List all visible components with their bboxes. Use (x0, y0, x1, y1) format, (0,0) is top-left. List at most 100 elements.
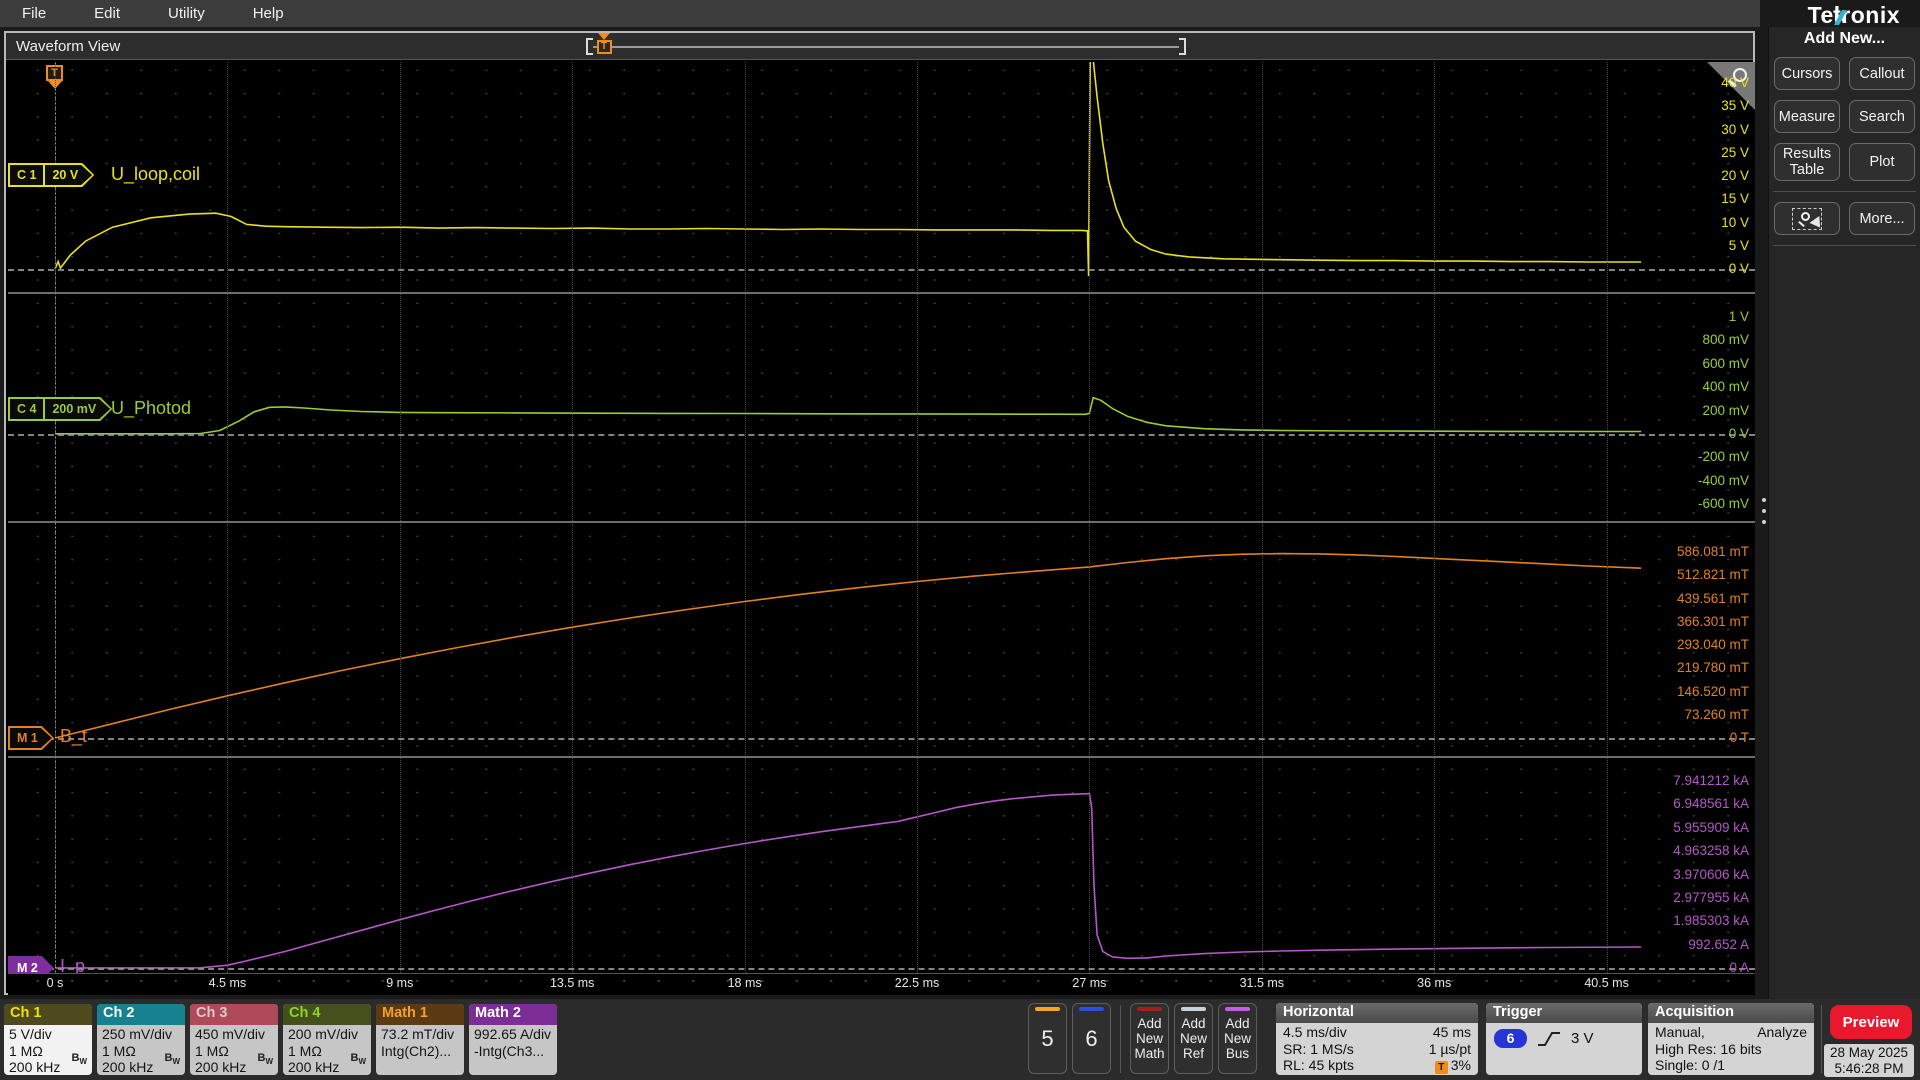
preview-button[interactable]: Preview (1830, 1005, 1912, 1039)
channel-box-header: Ch 1 (4, 1004, 92, 1025)
menu-item-utility[interactable]: Utility (168, 5, 205, 22)
measure-button[interactable]: Measure (1774, 100, 1840, 133)
acquisition-row: Manual, Analyze (1655, 1024, 1807, 1041)
channel-box-ch-4[interactable]: Ch 4 200 mV/div 1 MΩ 200 kHz BW (283, 1004, 371, 1075)
channel-badge-m2[interactable]: M 2 (8, 956, 54, 973)
trace-u_loop_coil (54, 62, 1642, 277)
plot-button[interactable]: Plot (1849, 143, 1915, 181)
minimap-trigger-arrow-icon (598, 33, 610, 40)
bottom-bar-divider (1120, 1005, 1121, 1073)
horizontal-value-left: 4.5 ms/div (1283, 1024, 1347, 1040)
results-table-button[interactable]: Results Table (1774, 143, 1840, 181)
horizontal-row: 4.5 ms/div 45 ms (1283, 1024, 1471, 1041)
y-axis-tick-label: 146.520 mT (1676, 683, 1749, 699)
datetime-display: 28 May 2025 5:46:28 PM (1824, 1044, 1914, 1077)
zero-reference-line (8, 434, 1755, 436)
acquisition-panel[interactable]: Acquisition Manual, Analyze High Res: 16 b… (1648, 1003, 1814, 1075)
menu-item-help[interactable]: Help (253, 5, 284, 22)
minimap-trigger-t-icon: T (596, 40, 612, 54)
zero-reference-line (8, 738, 1755, 740)
channel-box-ch-1[interactable]: Ch 15 V/div 1 MΩ 200 kHz BW (4, 1004, 92, 1075)
cursors-button[interactable]: Cursors (1774, 57, 1840, 90)
horizontal-value-right: 1 µs/pt (1428, 1040, 1471, 1057)
panel-resize-handle[interactable] (1760, 498, 1768, 524)
button-label: Add New Math (1134, 1016, 1165, 1061)
trigger-panel[interactable]: Trigger 6 3 V (1486, 1003, 1642, 1075)
time-text: 5:46:28 PM (1834, 1061, 1904, 1076)
y-axis-tick-label: 1 V (1728, 309, 1749, 324)
waveform-traces (54, 62, 1642, 969)
minimap-right-bracket[interactable] (1179, 38, 1186, 55)
side-panel-divider (1773, 191, 1916, 192)
minimap-trigger-marker[interactable]: T (596, 33, 612, 54)
channel-setting: 73.2 mT/div (381, 1026, 455, 1042)
channel-select-button-6[interactable]: 6 (1072, 1003, 1111, 1074)
acquisition-value-left: Single: 0 /1 (1655, 1057, 1726, 1073)
y-axis-tick-label: 0 V (1728, 261, 1749, 276)
menu-item-file[interactable]: File (22, 5, 46, 22)
major-division-gridline (1089, 62, 1091, 973)
channel-box-ch-3[interactable]: Ch 3 450 mV/div 1 MΩ 200 kHz BW (190, 1004, 278, 1075)
y-axis-tick-label: 800 mV (1702, 332, 1749, 348)
menu-item-edit[interactable]: Edit (94, 5, 120, 22)
trace-i_p (55, 792, 1642, 969)
section-separator (8, 292, 1755, 294)
channel-badge-c1[interactable]: C 1 20 V (8, 163, 94, 187)
channel-setting: 450 mV/div (195, 1026, 266, 1042)
channel-box-body: 250 mV/div 1 MΩ 200 kHz BW (97, 1025, 185, 1075)
major-division-gridline (1261, 62, 1263, 973)
tektronix-logo: Tek tronix (1808, 2, 1900, 29)
button-color-stripe (1137, 1007, 1162, 1011)
channel-box-math-1[interactable]: Math 1 73.2 mT/div Intg(Ch2)... (376, 1004, 464, 1075)
trigger-source-badge[interactable]: 6 (1494, 1029, 1527, 1048)
channel-color-stripe (1079, 1007, 1104, 1011)
time-tick-label: 18 ms (727, 976, 762, 990)
bottom-settings-bar: Ch 15 V/div 1 MΩ 200 kHz BW Ch 2 250 mV/div 1 … (0, 999, 1920, 1080)
y-axis-tick-label: 400 mV (1702, 379, 1749, 395)
channel-box-body: 450 mV/div 1 MΩ 200 kHz BW (190, 1025, 278, 1075)
zoom-select-button[interactable] (1774, 202, 1840, 236)
y-axis-tick-label: 293.040 mT (1676, 637, 1749, 652)
major-division-gridline (917, 62, 918, 973)
bottom-bar-divider (1821, 1005, 1822, 1073)
acquisition-value-left: High Res: 16 bits (1655, 1040, 1762, 1057)
channel-box-header: Ch 4 (283, 1004, 371, 1025)
y-axis-tick-label: 5.955909 kA (1673, 819, 1749, 835)
horizontal-value-right: 45 ms (1432, 1024, 1471, 1040)
add-new-bus-button[interactable]: Add New Bus (1218, 1003, 1257, 1074)
horizontal-panel[interactable]: Horizontal 4.5 ms/div 45 ms SR: 1 MS/s 1 µs… (1276, 1003, 1478, 1075)
channel-badge-m1[interactable]: M 1 (8, 726, 54, 750)
section-separator (8, 521, 1755, 523)
y-axis-tick-label: 73.260 mT (1684, 706, 1749, 722)
waveform-plot-area[interactable]: T 40 V 35 V 30 V 25 V 20 V 15 V 10 V5 V0 VC 12… (8, 62, 1755, 973)
more-button[interactable]: More... (1849, 202, 1915, 235)
acquisition-value-left: Manual, (1655, 1024, 1705, 1040)
channel-box-math-2[interactable]: Math 2 992.65 A/div -Intg(Ch3... (469, 1004, 557, 1075)
channel-select-button-5[interactable]: 5 (1028, 1003, 1067, 1074)
zero-reference-line (8, 968, 1755, 970)
search-button[interactable]: Search (1849, 100, 1915, 133)
channel-badge-c4[interactable]: C 4 200 mV (8, 397, 112, 421)
channel-setting: 250 mV/div (102, 1026, 173, 1042)
callout-button[interactable]: Callout (1849, 57, 1915, 90)
channel-box-body: 73.2 mT/div Intg(Ch2)... (376, 1025, 464, 1075)
channel-box-header: Math 1 (376, 1004, 464, 1025)
trace-label-3: I_p (60, 956, 86, 973)
channel-box-body: 200 mV/div 1 MΩ 200 kHz BW (283, 1025, 371, 1075)
horizontal-panel-title: Horizontal (1276, 1003, 1478, 1023)
y-axis-tick-label: 25 V (1721, 144, 1749, 160)
trace-b_t (54, 552, 1642, 739)
button-color-stripe (1225, 1007, 1250, 1011)
y-axis-tick-label: 366.301 mT (1676, 613, 1749, 629)
y-axis-tick-label: 40 V (1721, 75, 1749, 90)
add-new-ref-button[interactable]: Add New Ref (1174, 1003, 1213, 1074)
trigger-position-icon: T (1434, 1061, 1448, 1074)
y-axis-tick-label: 439.561 mT (1676, 590, 1749, 606)
time-tick-label: 31.5 ms (1239, 976, 1285, 990)
side-panel-divider (1773, 245, 1916, 246)
add-new-math-button[interactable]: Add New Math (1130, 1003, 1169, 1074)
horizontal-position-minimap[interactable]: T (586, 33, 1186, 57)
channel-box-ch-2[interactable]: Ch 2 250 mV/div 1 MΩ 200 kHz BW (97, 1004, 185, 1075)
y-axis-tick-label: 512.821 mT (1676, 567, 1749, 583)
minimap-left-bracket[interactable] (586, 38, 593, 55)
